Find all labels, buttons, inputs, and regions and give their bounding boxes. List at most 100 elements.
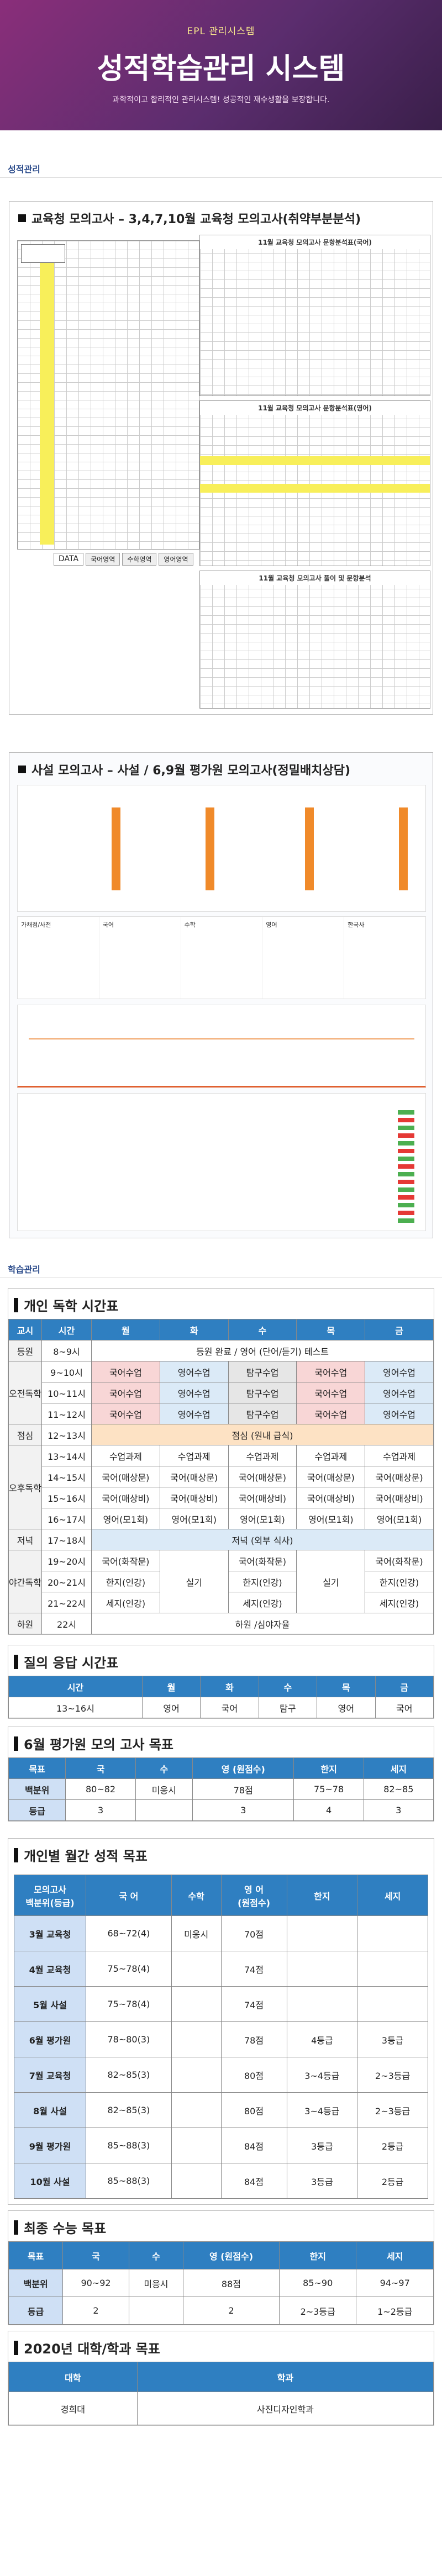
class-cell: 영어(모1회) — [228, 1508, 297, 1529]
time-cell: 21~22시 — [41, 1592, 92, 1613]
row-header: 3월 교육청 — [14, 1915, 86, 1951]
sheet-tab-data[interactable]: DATA — [54, 553, 84, 566]
row-header: 7월 교육청 — [14, 2057, 86, 2093]
bullet-bar-icon — [14, 2220, 18, 2235]
cell: 3등급 — [286, 2128, 358, 2163]
class-cell: 세지(인강) — [91, 1592, 160, 1613]
time-cell: 8~9시 — [41, 1340, 92, 1361]
cell: 1~2등급 — [356, 2297, 434, 2325]
span-cell: 하원 /심야자율 — [91, 1613, 434, 1634]
panel-title: 교육청 모의고사 – 3,4,7,10월 교육청 모의고사(취약부분분석) — [31, 213, 361, 226]
final-target-table: 목표 국 수 영 (원점수) 한지 세지 백분위 90~92 미응시 88점 8… — [8, 2241, 434, 2325]
col-header: 세지 — [356, 2241, 434, 2269]
col-header: 국 — [62, 2241, 129, 2269]
score-cards: 가채점/사전 국어 수학 영어 한국사 — [17, 916, 426, 999]
cell: 2 — [183, 2297, 280, 2325]
spreadsheet-data — [17, 240, 199, 550]
cell — [171, 2057, 222, 2093]
section-label-grade: 성적관리 — [0, 161, 442, 178]
cell: 82~85 — [363, 1778, 434, 1800]
span-cell: 저녁 (외부 식사) — [91, 1529, 434, 1550]
sheet-tabs: DATA 국어영역 수학영역 영어영역 — [54, 553, 193, 566]
cell: 국어 — [200, 1697, 259, 1718]
cell: 75~78(4) — [86, 1951, 172, 1987]
class-cell: 수업과제 — [159, 1445, 229, 1466]
report-title: 11월 교육청 모의고사 문항분석표(국어) — [200, 235, 430, 249]
cell: 2~3등급 — [357, 2057, 428, 2093]
time-cell: 22시 — [41, 1613, 92, 1634]
panel-title: 최종 수능 목표 — [24, 2221, 107, 2236]
bullet-bar-icon — [14, 1736, 18, 1751]
col-header: 목표 — [8, 2241, 64, 2269]
chart-bar — [112, 807, 120, 890]
class-cell: 국어(매상문) — [91, 1466, 160, 1487]
class-cell: 국어수업 — [91, 1382, 160, 1403]
bullet-square-icon — [18, 766, 26, 773]
cell: 80점 — [220, 2092, 287, 2128]
class-cell: 국어(매상문) — [296, 1466, 366, 1487]
highlight-row — [200, 484, 430, 493]
class-cell: 영어(모1회) — [365, 1508, 434, 1529]
cell — [286, 1951, 358, 1987]
panel-title: 질의 응답 시간표 — [24, 1655, 119, 1671]
class-cell: 영어수업 — [365, 1361, 434, 1382]
period-cell: 오후독학 — [8, 1445, 42, 1529]
cell: 70점 — [220, 1915, 287, 1951]
sheet-tab[interactable]: 국어영역 — [86, 553, 120, 566]
panel-education-mock: 교육청 모의고사 – 3,4,7,10월 교육청 모의고사(취약부분분석) DA… — [9, 201, 433, 715]
qa-table: 시간 월 화 수 목 금 13~16시 영어 국어 탐구 영어 국어 — [8, 1676, 434, 1718]
panel-university-target: 2020년 대학/학과 목표 대학 학과 경희대 사진디자인학과 — [8, 2331, 434, 2426]
report-title: 11월 교육청 모의고사 풀이 및 문항분석 — [200, 571, 430, 585]
time-cell: 16~17시 — [41, 1508, 92, 1529]
col-header: 한지 — [293, 1757, 364, 1779]
result-table — [17, 1093, 426, 1231]
class-cell: 국어(매상비) — [159, 1487, 229, 1508]
cell — [171, 2128, 222, 2163]
cell: 85~90 — [278, 2269, 357, 2297]
cell — [128, 2297, 184, 2325]
report-korean: 11월 교육청 모의고사 문항분석표(국어) — [199, 235, 430, 396]
class-cell: 영어수업 — [365, 1382, 434, 1403]
time-cell: 9~10시 — [41, 1361, 92, 1382]
cell: 3 — [363, 1799, 434, 1821]
class-cell: 수업과제 — [91, 1445, 160, 1466]
col-header: 세지 — [363, 1757, 434, 1779]
col-header: 수학 — [171, 1875, 222, 1916]
col-header: 목 — [296, 1319, 366, 1340]
cell: 75~78(4) — [86, 1986, 172, 2022]
cell: 영어 — [141, 1697, 201, 1718]
bullet-bar-icon — [14, 1654, 18, 1669]
cell: 미응시 — [128, 2269, 184, 2297]
col-header: 한지 — [286, 1875, 358, 1916]
row-header: 8월 사설 — [14, 2092, 86, 2128]
cell — [286, 1986, 358, 2022]
cell: 75~78 — [293, 1778, 364, 1800]
span-cell: 점심 (원내 급식) — [91, 1424, 434, 1445]
cell: 사진디자인학과 — [136, 2392, 434, 2425]
class-cell: 세지(인강) — [228, 1592, 297, 1613]
panel-title: 사설 모의고사 – 사설 / 6,9월 평가원 모의고사(정밀배치상담) — [31, 764, 351, 778]
class-cell: 세지(인강) — [365, 1592, 434, 1613]
cell: 80점 — [220, 2057, 287, 2093]
class-cell: 국어(매상문) — [365, 1466, 434, 1487]
col-header: 학과 — [136, 2362, 434, 2392]
col-header: 한지 — [278, 2241, 357, 2269]
panel-title: 개인별 월간 성적 목표 — [24, 1849, 148, 1864]
class-cell: 영어(모1회) — [296, 1508, 366, 1529]
class-cell: 탐구수업 — [228, 1403, 297, 1424]
class-cell: 탐구수업 — [228, 1382, 297, 1403]
chart-bar — [206, 807, 214, 890]
panel-june-target: 6월 평가원 모의 고사 목표 목표 국 수 영 (원점수) 한지 세지 백분위… — [8, 1727, 434, 1822]
class-cell: 영어(모1회) — [159, 1508, 229, 1529]
sheet-tab[interactable]: 영어영역 — [159, 553, 193, 566]
bar-chart-area — [17, 785, 426, 912]
time-cell: 17~18시 — [41, 1529, 92, 1550]
class-cell: 수업과제 — [228, 1445, 297, 1466]
span-cell: 등원 완료 / 영어 (단어/듣기) 테스트 — [91, 1340, 434, 1361]
cell: 85~88(3) — [86, 2128, 172, 2163]
time-cell: 11~12시 — [41, 1403, 92, 1424]
cell — [171, 1986, 222, 2022]
class-cell: 영어수업 — [365, 1403, 434, 1424]
cell: 3~4등급 — [286, 2092, 358, 2128]
sheet-tab[interactable]: 수학영역 — [122, 553, 157, 566]
